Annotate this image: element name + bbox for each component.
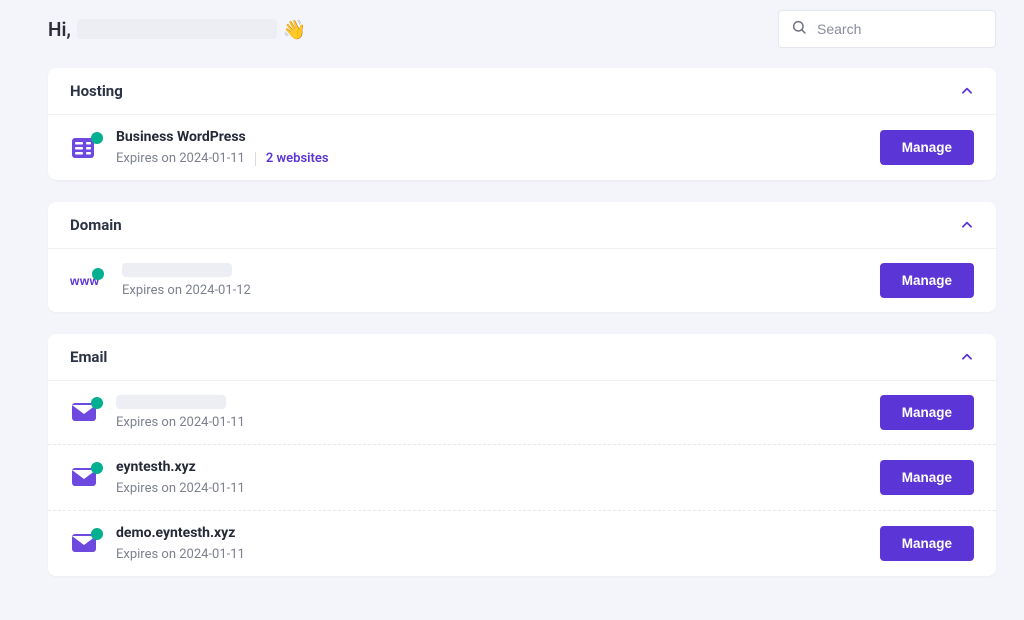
manage-button[interactable]: Manage <box>880 263 974 298</box>
search-box[interactable] <box>778 10 996 48</box>
manage-button[interactable]: Manage <box>880 460 974 495</box>
greeting: Hi, 👋 <box>48 18 307 41</box>
email-expires: Expires on 2024-01-11 <box>116 415 245 430</box>
email-expires: Expires on 2024-01-11 <box>116 547 245 562</box>
email-domain: eyntesth.xyz <box>116 459 864 475</box>
chevron-up-icon <box>960 350 974 364</box>
hosting-plan-title: Business WordPress <box>116 129 864 145</box>
hosting-icon <box>70 136 100 160</box>
email-domain: demo.eyntesth.xyz <box>116 525 864 541</box>
email-header[interactable]: Email <box>48 334 996 381</box>
manage-button[interactable]: Manage <box>880 395 974 430</box>
domain-panel: Domain www Expires on 2024-01-12 Manage <box>48 202 996 312</box>
domain-row: www Expires on 2024-01-12 Manage <box>48 249 996 312</box>
search-input[interactable] <box>817 21 983 37</box>
greeting-name-redacted <box>77 19 277 39</box>
manage-button[interactable]: Manage <box>880 526 974 561</box>
hosting-panel: Hosting Business WordPress Expires on 20… <box>48 68 996 180</box>
domain-header[interactable]: Domain <box>48 202 996 249</box>
divider <box>255 152 256 166</box>
wave-icon: 👋 <box>283 18 307 41</box>
domain-title: Domain <box>70 216 122 234</box>
email-row: eyntesth.xyz Expires on 2024-01-11 Manag… <box>48 445 996 511</box>
email-name-redacted <box>116 395 226 409</box>
email-icon <box>70 532 100 556</box>
www-icon: www <box>70 274 106 288</box>
manage-button[interactable]: Manage <box>880 130 974 165</box>
chevron-up-icon <box>960 84 974 98</box>
domain-name-redacted <box>122 263 232 277</box>
hosting-header[interactable]: Hosting <box>48 68 996 115</box>
domain-expires: Expires on 2024-01-12 <box>122 283 251 298</box>
email-panel: Email Expires on 2024-01-11 Manage eynte… <box>48 334 996 576</box>
hosting-title: Hosting <box>70 82 123 100</box>
greeting-prefix: Hi, <box>48 18 71 41</box>
email-expires: Expires on 2024-01-11 <box>116 481 245 496</box>
email-icon <box>70 401 100 425</box>
hosting-websites-link[interactable]: 2 websites <box>266 151 329 166</box>
chevron-up-icon <box>960 218 974 232</box>
search-icon <box>791 19 807 39</box>
hosting-row: Business WordPress Expires on 2024-01-11… <box>48 115 996 180</box>
email-row: demo.eyntesth.xyz Expires on 2024-01-11 … <box>48 511 996 576</box>
email-icon <box>70 466 100 490</box>
email-row: Expires on 2024-01-11 Manage <box>48 381 996 445</box>
hosting-expires: Expires on 2024-01-11 <box>116 151 245 166</box>
email-title: Email <box>70 348 107 366</box>
